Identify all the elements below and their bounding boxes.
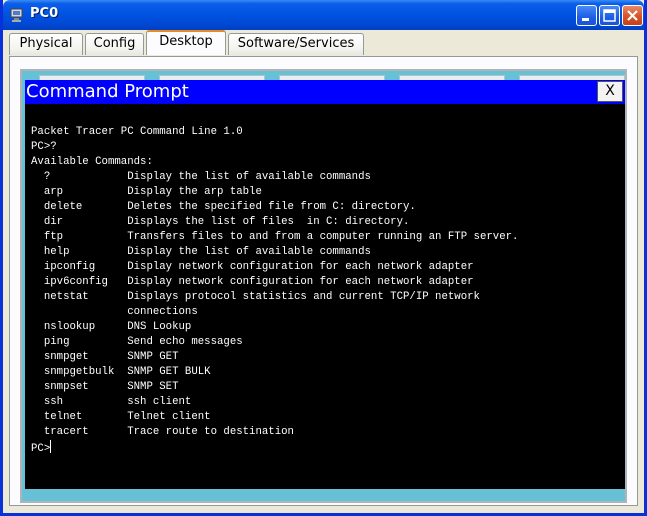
terminal-line: snmpget SNMP GET bbox=[43, 351, 179, 363]
terminal-line: ping Send echo messages bbox=[43, 336, 243, 348]
terminal-line: help Display the list of available comma… bbox=[43, 246, 371, 258]
terminal-output[interactable]: Packet Tracer PC Command Line 1.0 PC>? A… bbox=[25, 104, 625, 489]
command-prompt-title: Command Prompt bbox=[26, 81, 189, 102]
window-title: PC0 bbox=[30, 6, 59, 21]
app-window: PC0 Physical Config Desktop Software/Ser… bbox=[0, 0, 647, 516]
minimize-button[interactable] bbox=[576, 5, 597, 26]
terminal-line: snmpset SNMP SET bbox=[43, 381, 179, 393]
terminal-lines: Packet Tracer PC Command Line 1.0 PC>? A… bbox=[31, 126, 518, 438]
tab-config[interactable]: Config bbox=[85, 33, 144, 55]
terminal-line: ftp Transfers files to and from a comput… bbox=[43, 231, 519, 243]
terminal-line: snmpgetbulk SNMP GET BULK bbox=[43, 366, 211, 378]
terminal-line: dir Displays the list of files in C: dir… bbox=[43, 216, 410, 228]
terminal-line: PC>? bbox=[31, 141, 57, 153]
text-cursor bbox=[50, 440, 52, 453]
terminal-line: nslookup DNS Lookup bbox=[43, 321, 192, 333]
terminal-line: connections bbox=[127, 306, 198, 318]
terminal-line: ipconfig Display network configuration f… bbox=[43, 261, 474, 273]
terminal-line: ? Display the list of available commands bbox=[43, 171, 371, 183]
terminal-line: telnet Telnet client bbox=[43, 411, 211, 423]
terminal-line: Packet Tracer PC Command Line 1.0 bbox=[31, 126, 243, 138]
terminal-line: tracert Trace route to destination bbox=[43, 426, 294, 438]
tab-desktop[interactable]: Desktop bbox=[146, 30, 226, 55]
terminal-line: Available Commands: bbox=[31, 156, 153, 168]
terminal-line: delete Deletes the specified file from C… bbox=[43, 201, 416, 213]
command-prompt-close-button[interactable]: X bbox=[597, 81, 623, 102]
terminal-line: ssh ssh client bbox=[43, 396, 192, 408]
terminal-line: ipv6config Display network configuration… bbox=[43, 276, 474, 288]
title-bar[interactable]: PC0 bbox=[3, 0, 644, 30]
maximize-icon bbox=[603, 9, 616, 22]
tab-physical[interactable]: Physical bbox=[9, 33, 83, 55]
terminal-line: netstat Displays protocol statistics and… bbox=[43, 291, 480, 303]
close-button[interactable] bbox=[622, 5, 643, 26]
terminal-line: arp Display the arp table bbox=[43, 186, 262, 198]
command-prompt-header: Command Prompt X bbox=[25, 80, 625, 104]
maximize-button[interactable] bbox=[599, 5, 620, 26]
terminal-prompt: PC> bbox=[31, 443, 51, 455]
tab-bar: Physical Config Desktop Software/Service… bbox=[9, 30, 639, 57]
pc-icon bbox=[9, 7, 25, 23]
minimize-icon bbox=[582, 18, 589, 21]
tab-software-services[interactable]: Software/Services bbox=[228, 33, 364, 55]
terminal-text: Packet Tracer PC Command Line 1.0 PC>? A… bbox=[31, 125, 518, 457]
close-icon bbox=[627, 10, 638, 21]
